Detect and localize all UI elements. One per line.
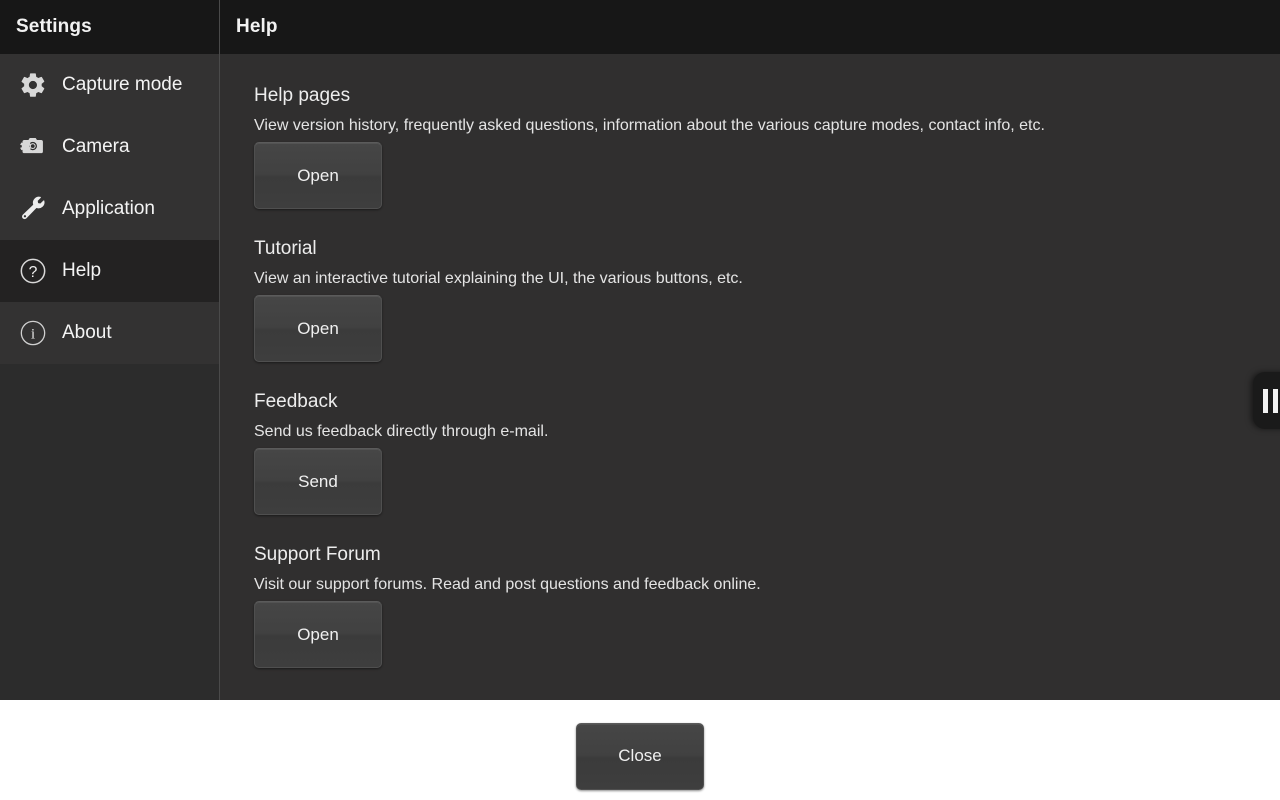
wrench-icon — [16, 192, 50, 226]
sidebar-header: Settings — [0, 0, 219, 54]
support-forum-open-button[interactable]: Open — [254, 601, 382, 668]
tutorial-open-button[interactable]: Open — [254, 295, 382, 362]
close-button[interactable]: Close — [576, 722, 704, 790]
sidebar-item-label: Help — [62, 259, 102, 281]
settings-dialog: Settings Capture mode Camera Application… — [0, 0, 1280, 700]
svg-text:?: ? — [29, 264, 38, 281]
pause-icon — [1262, 388, 1278, 413]
feedback-send-button[interactable]: Send — [254, 448, 382, 515]
settings-dialog-screen: Settings Capture mode Camera Application… — [0, 0, 1280, 800]
pause-widget[interactable] — [1253, 372, 1280, 429]
sidebar-item-label: Capture mode — [62, 73, 183, 95]
section-description: View version history, frequently asked q… — [254, 117, 1045, 134]
section-title: Support Forum — [254, 544, 381, 565]
help-sections-container[interactable]: Help pages View version history, frequen… — [220, 54, 1280, 700]
sidebar-nav-list: Capture mode Camera Application ? Help i… — [0, 54, 219, 700]
question-circle-icon: ? — [16, 254, 50, 288]
section-support-forum: Support Forum Visit our support forums. … — [254, 543, 1256, 668]
section-title: Feedback — [254, 391, 338, 412]
content-title: Help — [236, 16, 278, 37]
sidebar-item-capture-mode[interactable]: Capture mode — [0, 54, 219, 116]
dialog-footer: Close — [0, 700, 1280, 800]
sidebar-item-about[interactable]: i About — [0, 302, 219, 364]
camera-gear-icon — [16, 130, 50, 164]
gear-icon — [16, 68, 50, 102]
svg-text:i: i — [31, 327, 35, 343]
section-help-pages: Help pages View version history, frequen… — [254, 84, 1256, 209]
sidebar-item-help[interactable]: ? Help — [0, 240, 219, 302]
section-feedback: Feedback Send us feedback directly throu… — [254, 390, 1256, 515]
content-header: Help — [220, 0, 1280, 54]
section-title: Tutorial — [254, 238, 317, 259]
section-description: View an interactive tutorial explaining … — [254, 270, 743, 287]
sidebar-title: Settings — [16, 16, 92, 37]
sidebar-item-application[interactable]: Application — [0, 178, 219, 240]
settings-sidebar: Settings Capture mode Camera Application… — [0, 0, 220, 700]
section-description: Visit our support forums. Read and post … — [254, 576, 761, 593]
sidebar-item-camera[interactable]: Camera — [0, 116, 219, 178]
sidebar-item-label: Application — [62, 197, 155, 219]
help-panel: Help Help pages View version history, fr… — [220, 0, 1280, 700]
section-tutorial: Tutorial View an interactive tutorial ex… — [254, 237, 1256, 362]
section-description: Send us feedback directly through e-mail… — [254, 423, 549, 440]
section-title: Help pages — [254, 85, 351, 106]
info-circle-icon: i — [16, 316, 50, 350]
help-pages-open-button[interactable]: Open — [254, 142, 382, 209]
sidebar-item-label: About — [62, 321, 112, 343]
sidebar-item-label: Camera — [62, 135, 130, 157]
